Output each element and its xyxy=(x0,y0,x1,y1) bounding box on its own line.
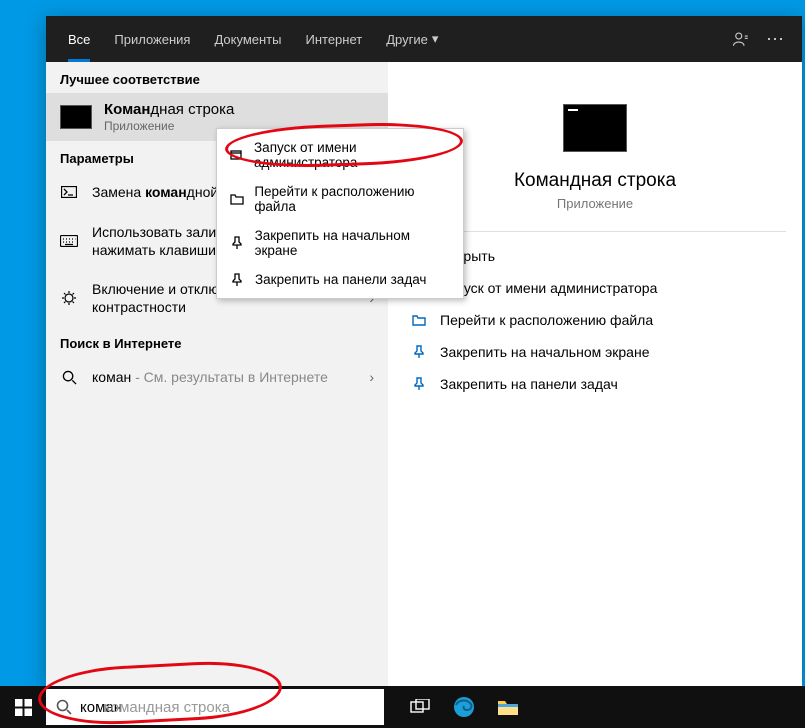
action-label: Закрепить на начальном экране xyxy=(440,344,650,360)
taskbar-search-box[interactable] xyxy=(46,689,384,725)
search-input[interactable] xyxy=(80,699,374,716)
shell-icon xyxy=(60,186,78,198)
tab-web[interactable]: Интернет xyxy=(293,16,374,62)
ctx-pin-start[interactable]: Закрепить на начальном экране xyxy=(217,221,463,265)
more-options-icon[interactable]: ⋯ xyxy=(758,16,792,62)
chevron-down-icon: ▾ xyxy=(432,31,439,47)
tab-more[interactable]: Другие ▾ xyxy=(374,16,450,62)
action-label: Закрепить на панели задач xyxy=(440,376,618,392)
action-pin-start[interactable]: Закрепить на начальном экране xyxy=(404,336,786,368)
ctx-label: Закрепить на начальном экране xyxy=(255,228,451,258)
ctx-open-location[interactable]: Перейти к расположению файла xyxy=(217,177,463,221)
section-web-search: Поиск в Интернете xyxy=(46,326,388,357)
context-menu: Запуск от имени администратора Перейти к… xyxy=(216,128,464,299)
taskbar xyxy=(0,686,805,728)
web-search-label: коман - См. результаты в Интернете xyxy=(92,368,355,386)
ctx-label: Запуск от имени администратора xyxy=(254,140,451,170)
folder-icon xyxy=(410,313,428,327)
explorer-button[interactable] xyxy=(486,686,530,728)
admin-icon xyxy=(229,148,244,162)
ctx-label: Перейти к расположению файла xyxy=(254,184,451,214)
pin-start-icon xyxy=(410,345,428,359)
tab-apps[interactable]: Приложения xyxy=(102,16,202,62)
edge-icon xyxy=(453,696,475,718)
search-panel: Все Приложения Документы Интернет Другие… xyxy=(46,16,802,686)
ctx-pin-taskbar[interactable]: Закрепить на панели задач xyxy=(217,265,463,294)
action-open-location[interactable]: Перейти к расположению файла xyxy=(404,304,786,336)
pin-taskbar-icon xyxy=(229,273,245,287)
filter-tabs: Все Приложения Документы Интернет Другие… xyxy=(46,16,802,62)
edge-button[interactable] xyxy=(442,686,486,728)
search-icon xyxy=(60,370,78,385)
tab-all[interactable]: Все xyxy=(56,16,102,62)
task-view-icon xyxy=(410,699,430,715)
pin-start-icon xyxy=(229,236,245,250)
search-icon xyxy=(56,699,72,715)
contrast-icon xyxy=(60,290,78,306)
start-button[interactable] xyxy=(0,686,46,728)
cmd-icon xyxy=(60,105,92,129)
tab-documents[interactable]: Документы xyxy=(202,16,293,62)
best-match-title: Командная строка xyxy=(104,101,374,119)
pin-taskbar-icon xyxy=(410,377,428,391)
action-pin-taskbar[interactable]: Закрепить на панели задач xyxy=(404,368,786,400)
web-search-result[interactable]: коман - См. результаты в Интернете › xyxy=(46,357,388,396)
feedback-icon[interactable] xyxy=(724,16,758,62)
folder-icon xyxy=(229,192,244,206)
task-view-button[interactable] xyxy=(398,686,442,728)
preview-app-icon xyxy=(563,104,627,152)
folder-icon xyxy=(497,698,519,716)
section-best-match: Лучшее соответствие xyxy=(46,62,388,93)
action-label: Перейти к расположению файла xyxy=(440,312,653,328)
keyboard-icon xyxy=(60,235,78,247)
chevron-right-icon: › xyxy=(369,369,374,385)
ctx-run-admin[interactable]: Запуск от имени администратора xyxy=(217,133,463,177)
windows-logo-icon xyxy=(15,699,32,716)
tab-more-label: Другие xyxy=(386,32,428,47)
action-label: Запуск от имени администратора xyxy=(440,280,657,296)
ctx-label: Закрепить на панели задач xyxy=(255,272,426,287)
